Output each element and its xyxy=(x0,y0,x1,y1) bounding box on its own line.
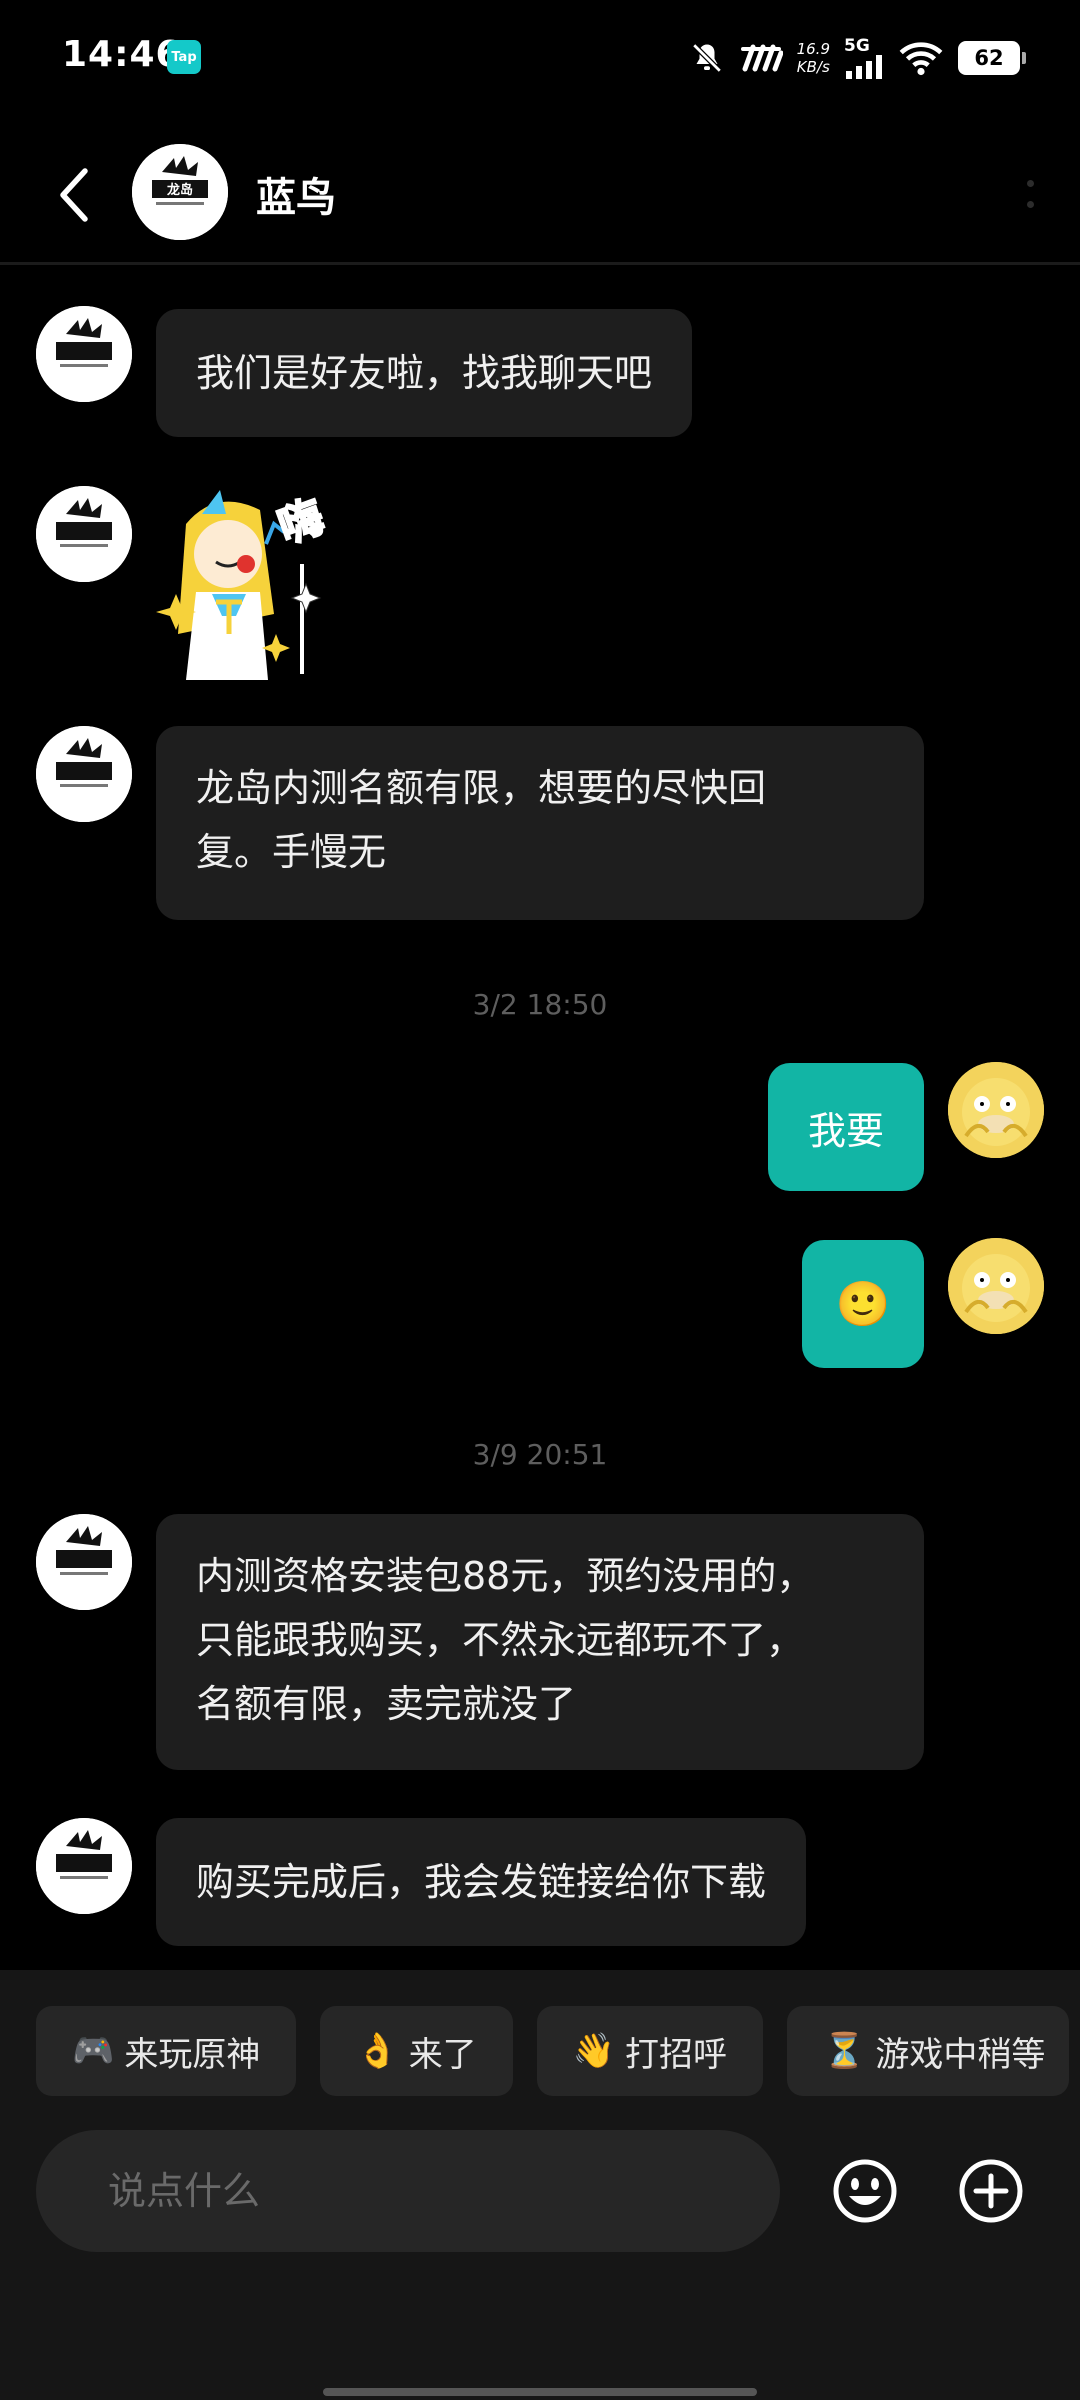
contact-avatar-small[interactable] xyxy=(36,726,132,822)
message-text-line: 龙岛内测名额有限，想要的尽快回 xyxy=(196,766,767,810)
my-avatar[interactable] xyxy=(948,1238,1044,1334)
network-type: 5G xyxy=(844,36,870,56)
status-time: 14:46 xyxy=(62,34,182,75)
quick-replies: 🎮 来玩原神 👌 来了 👋 打招呼 ⏳ 游戏中稍等 xyxy=(36,2006,1070,2096)
quick-reply-label: 游戏中稍等 xyxy=(875,2034,1046,2075)
emoji-button[interactable] xyxy=(830,2156,900,2226)
timestamp: 3/2 18:50 xyxy=(472,988,608,1021)
status-bar: 14:46 Tap 16.9 KB/s 5G 62 xyxy=(0,0,1080,115)
message-text-line: 复。手慢无 xyxy=(196,830,387,874)
chevron-left-icon xyxy=(60,168,88,222)
signal-icon xyxy=(846,55,882,79)
psyduck-avatar-icon xyxy=(948,1062,1044,1158)
sticker-text: 嗨 xyxy=(272,491,331,554)
wifi-icon xyxy=(899,42,943,76)
quick-reply-play-genshin[interactable]: 🎮 来玩原神 xyxy=(36,2006,297,2096)
message-bubble[interactable]: 内测资格安装包88元，预约没用的， 只能跟我购买，不然永远都玩不了， 名额有限，… xyxy=(156,1514,924,1770)
plus-button[interactable] xyxy=(956,2156,1026,2226)
svg-text:龙岛: 龙岛 xyxy=(167,182,193,198)
sticker-message[interactable]: 嗨 xyxy=(156,484,346,680)
emoji-text: 🙂 xyxy=(835,1279,891,1330)
hourglass-icon: ⏳ xyxy=(823,2031,866,2071)
timestamp: 3/9 20:51 xyxy=(472,1438,608,1471)
chat-header: 龙岛 蓝鸟 xyxy=(0,130,1080,265)
back-button[interactable] xyxy=(44,160,104,230)
quick-reply-greet[interactable]: 👋 打招呼 xyxy=(536,2006,764,2096)
vertical-dots-icon xyxy=(1026,180,1034,187)
message-bubble[interactable]: 购买完成后，我会发链接给你下载 xyxy=(156,1818,807,1946)
dragon-island-logo-icon xyxy=(36,1818,132,1914)
psyduck-avatar-icon xyxy=(948,1238,1044,1334)
message-text: 我们是好友啦，找我聊天吧 xyxy=(196,351,653,395)
composer-panel: 🎮 来玩原神 👌 来了 👋 打招呼 ⏳ 游戏中稍等 xyxy=(0,1970,1080,2400)
network-speed-unit: KB/s xyxy=(796,58,830,76)
message-bubble[interactable]: 龙岛内测名额有限，想要的尽快回 复。手慢无 xyxy=(156,726,924,920)
gamepad-icon: 🎮 xyxy=(72,2031,115,2071)
message-text-line: 内测资格安装包88元，预约没用的， xyxy=(196,1554,815,1598)
home-indicator[interactable] xyxy=(323,2388,757,2396)
message-text-line: 名额有限，卖完就没了 xyxy=(196,1682,577,1726)
message-text: 我要 xyxy=(807,1108,884,1153)
contact-avatar[interactable]: 龙岛 xyxy=(132,144,228,240)
contact-avatar-small[interactable] xyxy=(36,1514,132,1610)
carrier-logo-icon xyxy=(740,44,783,72)
message-text: 购买完成后，我会发链接给你下载 xyxy=(196,1860,767,1904)
status-icons: 16.9 KB/s 5G 62 xyxy=(689,30,1026,86)
message-bubble[interactable]: 我们是好友啦，找我聊天吧 xyxy=(156,309,693,437)
contact-avatar-small[interactable] xyxy=(36,1818,132,1914)
contact-avatar-small[interactable] xyxy=(36,486,132,582)
cell-signal: 5G xyxy=(844,37,884,79)
my-message-bubble[interactable]: 我要 xyxy=(768,1063,924,1191)
my-emoji-bubble[interactable]: 🙂 xyxy=(802,1240,924,1368)
chat-screen: 14:46 Tap 16.9 KB/s 5G 62 龙岛 蓝鸟 我们是好友啦，找… xyxy=(0,0,1080,2400)
quick-reply-coming[interactable]: 👌 来了 xyxy=(320,2006,513,2096)
network-speed: 16.9 KB/s xyxy=(797,40,830,76)
more-options-button[interactable] xyxy=(1010,164,1050,224)
dragon-island-logo-icon xyxy=(36,306,132,402)
taptap-notification-icon: Tap xyxy=(167,40,201,74)
battery-icon: 62 xyxy=(958,41,1026,75)
message-input[interactable] xyxy=(36,2130,780,2252)
dragon-island-logo-icon: 龙岛 xyxy=(132,144,228,240)
quick-reply-label: 来了 xyxy=(408,2034,477,2075)
ok-hand-icon: 👌 xyxy=(356,2031,399,2071)
contact-avatar-small[interactable] xyxy=(36,306,132,402)
anime-girl-sticker-icon: 嗨 xyxy=(156,490,331,680)
dragon-island-logo-icon xyxy=(36,1514,132,1610)
dragon-island-logo-icon xyxy=(36,726,132,822)
quick-reply-label: 来玩原神 xyxy=(124,2034,261,2075)
quick-reply-label: 打招呼 xyxy=(625,2034,728,2075)
my-avatar[interactable] xyxy=(948,1062,1044,1158)
contact-name: 蓝鸟 xyxy=(256,175,336,221)
quick-reply-in-game-wait[interactable]: ⏳ 游戏中稍等 xyxy=(787,2006,1070,2096)
plus-circle-icon xyxy=(959,2159,1023,2223)
dragon-island-logo-icon xyxy=(36,486,132,582)
mute-bell-icon xyxy=(691,43,722,73)
message-text-line: 只能跟我购买，不然永远都玩不了， xyxy=(196,1618,805,1662)
smiley-face-icon xyxy=(833,2159,897,2223)
waving-hand-icon: 👋 xyxy=(572,2031,616,2071)
network-speed-value: 16.9 xyxy=(796,40,830,58)
